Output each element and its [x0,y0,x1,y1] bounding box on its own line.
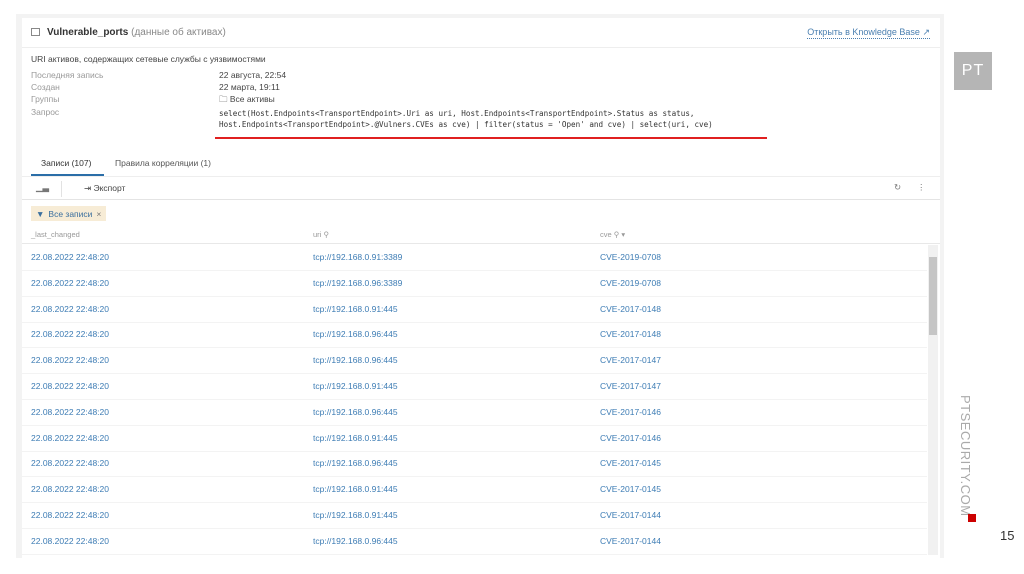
table-icon [31,28,40,36]
cell-uri[interactable]: tcp://192.168.0.91:445 [313,484,398,494]
pt-logo: PT [954,52,992,90]
cell-uri[interactable]: tcp://192.168.0.91:445 [313,433,398,443]
cell-cve[interactable]: CVE-2017-0147 [600,381,661,391]
scrollbar[interactable] [928,245,938,555]
external-link-icon: ↗ [922,27,930,37]
column-header-cve[interactable]: cve ⚲ ▾ [600,230,625,239]
cell-last-changed[interactable]: 22.08.2022 22:48:20 [31,458,109,468]
folder-icon: 🗀 [219,94,228,104]
cell-last-changed[interactable]: 22.08.2022 22:48:20 [31,329,109,339]
tab-correlation-rules[interactable]: Правила корреляции (1) [115,158,211,168]
cell-cve[interactable]: CVE-2017-0146 [600,407,661,417]
page-title: Vulnerable_ports (данные об активах) [47,27,226,38]
cell-last-changed[interactable]: 22.08.2022 22:48:20 [31,278,109,288]
cell-last-changed[interactable]: 22.08.2022 22:48:20 [31,510,109,520]
panel-header: Vulnerable_ports (данные об активах) Отк… [22,18,940,48]
cell-uri[interactable]: tcp://192.168.0.96:445 [313,536,398,546]
sort-desc-icon: ▾ [621,230,626,239]
toolbar: ▁▃ ⇥ Экспорт ↻ ⋮ [22,176,940,200]
cell-uri[interactable]: tcp://192.168.0.96:3389 [313,278,402,288]
table-row[interactable]: 22.08.2022 22:48:20 tcp://192.168.0.91:44… [22,374,927,400]
key-icon: ⚲ [613,230,620,239]
divider [22,243,940,244]
key-icon: ⚲ [323,230,329,239]
table-row[interactable]: 22.08.2022 22:48:20 tcp://192.168.0.91:44… [22,477,927,504]
export-button[interactable]: ⇥ Экспорт [84,183,125,194]
refresh-icon[interactable]: ↻ [894,182,901,193]
cell-last-changed[interactable]: 22.08.2022 22:48:20 [31,484,109,494]
more-options-icon[interactable]: ⋮ [917,182,926,193]
table-row[interactable]: 22.08.2022 22:48:20 tcp://192.168.0.96:44… [22,322,927,349]
cell-cve[interactable]: CVE-2017-0146 [600,433,661,443]
filter-icon: ▼ [36,208,45,219]
page-number: 15 [1000,528,1015,543]
filter-chip[interactable]: ▼ Все записи × [31,206,107,221]
table-row[interactable]: 22.08.2022 22:48:20 tcp://192.168.0.91:44… [22,297,927,323]
close-icon[interactable]: × [96,209,101,219]
divider [61,181,62,197]
cell-last-changed[interactable]: 22.08.2022 22:48:20 [31,381,109,391]
table-row[interactable]: 22.08.2022 22:48:20 tcp://192.168.0.91:33… [22,245,927,271]
open-knowledge-base-link[interactable]: Открыть в Knowledge Base ↗ [807,27,930,39]
meta-label: Запрос [31,107,60,117]
cell-last-changed[interactable]: 22.08.2022 22:48:20 [31,252,109,262]
cell-last-changed[interactable]: 22.08.2022 22:48:20 [31,407,109,417]
site-label: PTSECURITY.COM [958,395,973,517]
cell-uri[interactable]: tcp://192.168.0.96:445 [313,407,398,417]
table-row[interactable]: 22.08.2022 22:48:20 tcp://192.168.0.96:44… [22,529,927,555]
table-row[interactable]: 22.08.2022 22:48:20 tcp://192.168.0.96:44… [22,348,927,375]
export-icon: ⇥ [84,183,92,193]
table-row[interactable]: 22.08.2022 22:48:20 tcp://192.168.0.96:44… [22,451,927,478]
tab-records[interactable]: Записи (107) [41,158,91,168]
meta-value: 22 августа, 22:54 [219,70,287,80]
column-header-uri[interactable]: uri ⚲ [313,230,329,239]
asset-table-panel: Vulnerable_ports (данные об активах) Отк… [22,18,940,558]
description: URI активов, содержащих сетевые службы с… [31,54,266,64]
cell-cve[interactable]: CVE-2019-0708 [600,252,661,262]
highlight-underline [215,137,767,139]
cell-uri[interactable]: tcp://192.168.0.96:445 [313,458,398,468]
cell-uri[interactable]: tcp://192.168.0.91:3389 [313,252,402,262]
table-row[interactable]: 22.08.2022 22:48:20 tcp://192.168.0.91:44… [22,426,927,452]
table-row[interactable]: 22.08.2022 22:48:20 tcp://192.168.0.96:33… [22,271,927,297]
cell-cve[interactable]: CVE-2017-0148 [600,304,661,314]
table-row[interactable]: 22.08.2022 22:48:20 tcp://192.168.0.91:44… [22,503,927,529]
cell-cve[interactable]: CVE-2017-0144 [600,536,661,546]
cell-last-changed[interactable]: 22.08.2022 22:48:20 [31,304,109,314]
meta-label: Последняя запись [31,70,104,80]
cell-cve[interactable]: CVE-2017-0147 [600,355,661,365]
query-code: select(Host.Endpoints<TransportEndpoint>… [219,109,713,129]
cell-uri[interactable]: tcp://192.168.0.96:445 [313,355,398,365]
cell-uri[interactable]: tcp://192.168.0.91:445 [313,304,398,314]
red-square [968,514,976,522]
cell-last-changed[interactable]: 22.08.2022 22:48:20 [31,433,109,443]
cell-cve[interactable]: CVE-2017-0148 [600,329,661,339]
meta-value: 22 марта, 19:11 [219,82,280,92]
cell-cve[interactable]: CVE-2019-0708 [600,278,661,288]
cell-uri[interactable]: tcp://192.168.0.91:445 [313,510,398,520]
cell-cve[interactable]: CVE-2017-0145 [600,484,661,494]
cell-cve[interactable]: CVE-2017-0145 [600,458,661,468]
chart-icon[interactable]: ▁▃ [36,182,49,193]
scrollbar-thumb[interactable] [929,257,937,335]
cell-uri[interactable]: tcp://192.168.0.96:445 [313,329,398,339]
meta-label: Группы [31,94,60,104]
column-header-last-changed[interactable]: _last_changed [31,230,80,239]
cell-uri[interactable]: tcp://192.168.0.91:445 [313,381,398,391]
cell-last-changed[interactable]: 22.08.2022 22:48:20 [31,536,109,546]
meta-label: Создан [31,82,60,92]
meta-value-groups: 🗀 Все активы [219,94,275,104]
cell-cve[interactable]: CVE-2017-0144 [600,510,661,520]
table-row[interactable]: 22.08.2022 22:48:20 tcp://192.168.0.96:44… [22,400,927,426]
cell-last-changed[interactable]: 22.08.2022 22:48:20 [31,355,109,365]
